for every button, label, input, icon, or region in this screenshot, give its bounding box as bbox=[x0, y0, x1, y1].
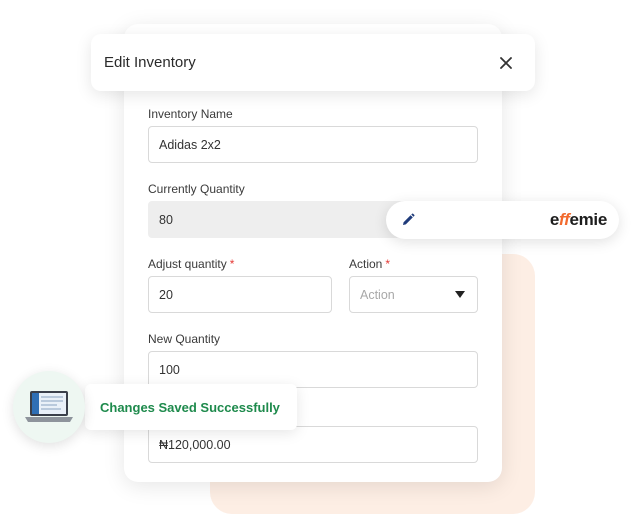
brand-logo-prefix: e bbox=[549, 210, 560, 229]
action-label: Action * bbox=[349, 257, 390, 271]
required-asterisk: * bbox=[229, 257, 235, 271]
toast-message: Changes Saved Successfully bbox=[100, 399, 280, 415]
new-quantity-label: New Quantity bbox=[148, 332, 221, 346]
edit-button[interactable] bbox=[400, 212, 416, 228]
action-select-placeholder: Action bbox=[360, 287, 395, 302]
modal-title: Edit Inventory bbox=[104, 54, 196, 71]
new-quantity-value: 100 bbox=[159, 362, 180, 377]
pencil-icon bbox=[403, 213, 415, 225]
current-quantity-value: 80 bbox=[159, 212, 173, 227]
brand-logo-suffix: emie bbox=[569, 210, 607, 229]
inventory-name-value: Adidas 2x2 bbox=[159, 137, 221, 152]
adjust-quantity-value: 20 bbox=[159, 287, 173, 302]
action-select[interactable]: Action bbox=[349, 276, 478, 313]
laptop-icon bbox=[25, 391, 73, 422]
price-value: ₦120,000.00 bbox=[159, 437, 231, 452]
close-icon bbox=[500, 56, 512, 69]
adjust-quantity-label: Adjust quantity * bbox=[148, 257, 234, 271]
brand-logo-mark: ff bbox=[559, 210, 570, 229]
current-quantity-label: Currently Quantity bbox=[148, 182, 245, 196]
brand-logo: effemie bbox=[550, 210, 607, 230]
action-label-text: Action bbox=[349, 257, 383, 271]
brand-pill: effemie bbox=[386, 201, 619, 239]
modal-header: Edit Inventory bbox=[91, 34, 535, 91]
required-asterisk: * bbox=[385, 257, 391, 271]
new-quantity-input[interactable]: 100 bbox=[148, 351, 478, 388]
close-button[interactable] bbox=[495, 52, 517, 74]
adjust-quantity-input[interactable]: 20 bbox=[148, 276, 332, 313]
success-toast: Changes Saved Successfully bbox=[85, 384, 297, 430]
inventory-name-input[interactable]: Adidas 2x2 bbox=[148, 126, 478, 163]
laptop-badge bbox=[13, 371, 85, 443]
price-input[interactable]: ₦120,000.00 bbox=[148, 426, 478, 463]
caret-down-icon bbox=[455, 291, 465, 298]
inventory-name-label: Inventory Name bbox=[148, 107, 233, 121]
adjust-quantity-label-text: Adjust quantity bbox=[148, 257, 227, 271]
